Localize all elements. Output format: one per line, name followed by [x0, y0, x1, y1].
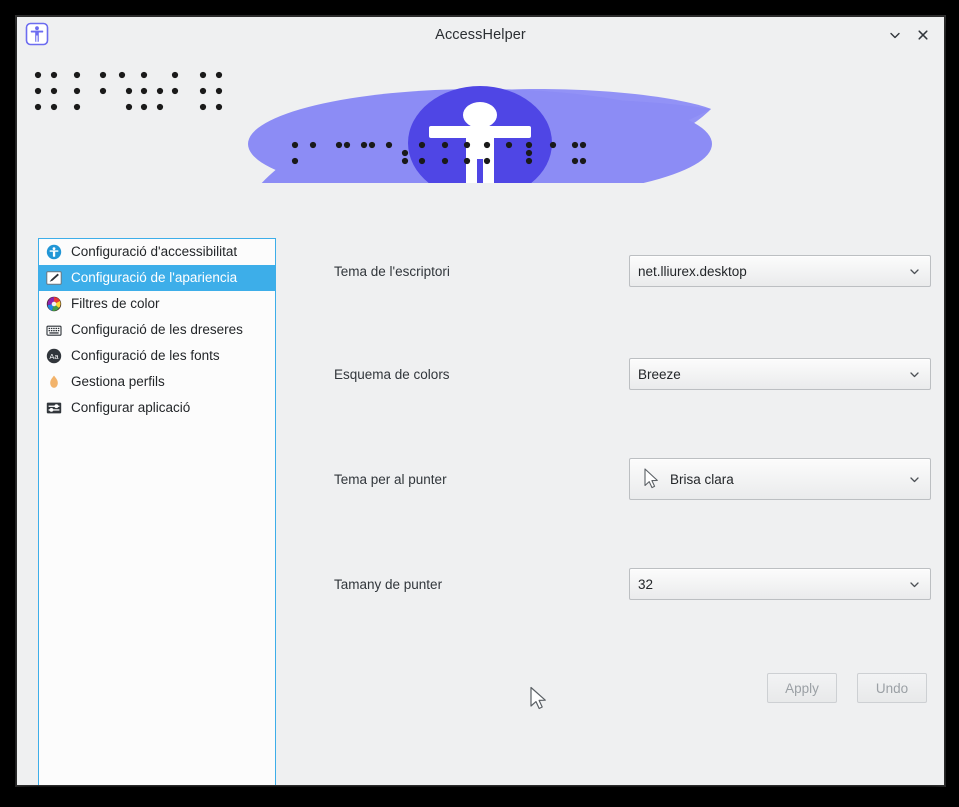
cursor-arrow-icon: [638, 468, 664, 490]
appearance-settings-panel: Tema de l'escriptori net.lliurex.desktop…: [297, 183, 944, 783]
desktop-theme-value: net.lliurex.desktop: [638, 263, 747, 279]
label-cursor-theme: Tema per al punter: [334, 471, 447, 487]
cursor-theme-combobox[interactable]: Brisa clara: [629, 458, 931, 500]
color-wheel-icon: [45, 295, 63, 313]
sidebar-item-label: Configuració de les dreseres: [71, 322, 243, 337]
sidebar-item-label: Configuració d'accessibilitat: [71, 244, 238, 259]
window-controls: [882, 17, 936, 53]
sidebar-item-fonts[interactable]: Aa Configuració de les fonts: [39, 343, 275, 369]
action-buttons: Apply Undo: [297, 673, 944, 703]
color-scheme-combobox[interactable]: Breeze: [629, 358, 931, 390]
form-row-color-scheme: Esquema de colors Breeze: [297, 356, 944, 392]
color-scheme-value: Breeze: [638, 366, 681, 382]
chevron-down-icon: [906, 578, 922, 591]
header-banner: [17, 53, 944, 183]
screen: AccessHelper Configuració d'accessibilit…: [0, 0, 959, 807]
label-cursor-size: Tamany de punter: [334, 576, 443, 592]
window-title: AccessHelper: [435, 27, 526, 43]
keyboard-icon: [45, 321, 63, 339]
apply-button[interactable]: Apply: [767, 673, 837, 703]
appearance-pen-icon: [45, 269, 63, 287]
cursor-size-value: 32: [638, 576, 654, 592]
chevron-down-icon: [906, 368, 922, 381]
banner-graphic: [34, 71, 712, 183]
sidebar-item-accessibility[interactable]: Configuració d'accessibilitat: [39, 239, 275, 265]
form-row-cursor-size: Tamany de punter 32: [297, 566, 944, 602]
sidebar-item-label: Configuració de l'apariencia: [71, 270, 238, 285]
sidebar-item-shortcuts[interactable]: Configuració de les dreseres: [39, 317, 275, 343]
settings-sidebar[interactable]: Configuració d'accessibilitat Configurac…: [38, 238, 276, 785]
title-bar: AccessHelper: [17, 17, 944, 53]
sidebar-item-profiles[interactable]: Gestiona perfils: [39, 369, 275, 395]
sliders-icon: [45, 399, 63, 417]
sidebar-item-label: Gestiona perfils: [71, 374, 165, 389]
braille-dots-left: [34, 71, 223, 111]
sidebar-item-configure-app[interactable]: Configurar aplicació: [39, 395, 275, 421]
minimize-button[interactable]: [882, 22, 908, 48]
form-row-desktop-theme: Tema de l'escriptori net.lliurex.desktop: [297, 253, 944, 289]
svg-text:Aa: Aa: [49, 352, 59, 361]
form-row-cursor-theme: Tema per al punter Brisa clara: [297, 458, 944, 500]
undo-button[interactable]: Undo: [857, 673, 927, 703]
desktop-theme-combobox[interactable]: net.lliurex.desktop: [629, 255, 931, 287]
close-button[interactable]: [910, 22, 936, 48]
label-desktop-theme: Tema de l'escriptori: [334, 263, 450, 279]
window-body: Configuració d'accessibilitat Configurac…: [17, 183, 944, 785]
sidebar-item-appearance[interactable]: Configuració de l'apariencia: [39, 265, 275, 291]
font-aa-icon: Aa: [45, 347, 63, 365]
chevron-down-icon: [906, 265, 922, 278]
flame-icon: [45, 373, 63, 391]
sidebar-item-label: Configuració de les fonts: [71, 348, 220, 363]
cursor-theme-value: Brisa clara: [670, 471, 734, 487]
app-icon: [23, 20, 51, 48]
sidebar-item-label: Filtres de color: [71, 296, 160, 311]
sidebar-item-label: Configurar aplicació: [71, 400, 191, 415]
sidebar-item-color-filters[interactable]: Filtres de color: [39, 291, 275, 317]
label-color-scheme: Esquema de colors: [334, 366, 450, 382]
cursor-size-combobox[interactable]: 32: [629, 568, 931, 600]
application-window: AccessHelper Configuració d'accessibilit…: [16, 16, 945, 786]
chevron-down-icon: [906, 473, 922, 486]
accessibility-icon: [45, 243, 63, 261]
